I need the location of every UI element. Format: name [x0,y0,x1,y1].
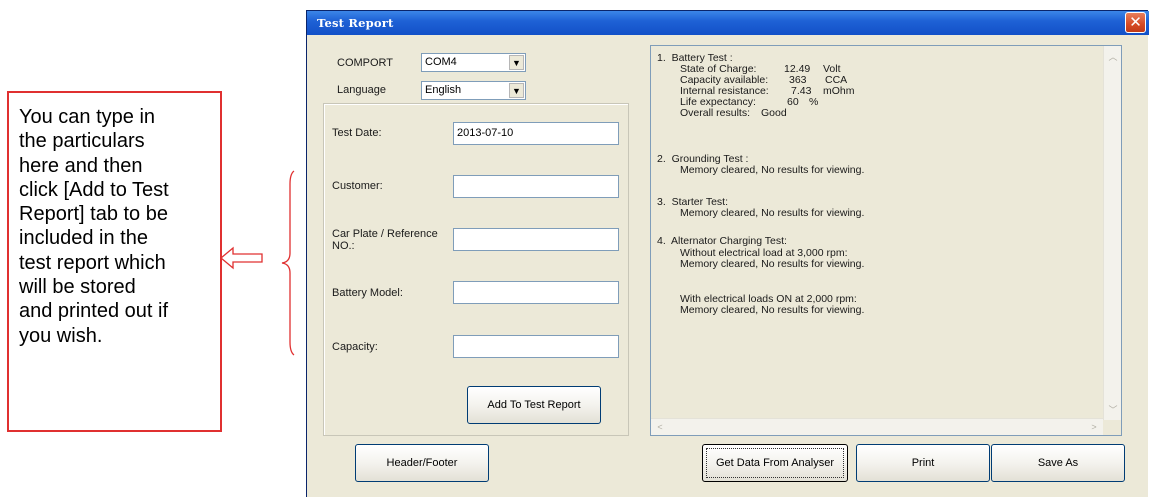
language-select[interactable]: English ▼ [421,81,526,100]
callout-line: test report which [19,251,166,274]
customer-field[interactable] [453,175,619,198]
test-date-field[interactable]: 2013-07-10 [453,122,619,145]
callout-line: and printed out if [19,300,168,323]
comport-value: COM4 [425,56,457,68]
alternator-test-title: 4. Alternator Charging Test: [657,235,787,247]
car-plate-label-line1: Car Plate / Reference [332,228,438,240]
battery-model-field[interactable] [453,281,619,304]
overall-results-value: Good [761,107,787,119]
alternator-no-load-message: Memory cleared, No results for viewing. [680,258,865,270]
vertical-scrollbar[interactable]: ︿ ﹀ [1103,46,1121,420]
language-value: English [425,84,462,96]
print-button[interactable]: Print [856,444,990,482]
comport-label: COMPORT [337,57,394,69]
capacity-label: Capacity: [332,341,378,353]
dropdown-arrow-icon[interactable]: ▼ [509,83,524,98]
callout-line: you wish. [19,324,103,347]
callout-line: here and then [19,154,143,177]
language-label: Language [337,84,386,96]
car-plate-label-line2: NO.: [332,240,355,252]
callout-line: You can type in [19,106,156,128]
scroll-down-icon[interactable]: ﹀ [1106,403,1120,417]
overall-results-label: Overall results: [680,107,751,119]
callout-line: the particulars [19,130,145,153]
comport-select[interactable]: COM4 ▼ [421,53,526,72]
hollow-arrow-left-icon [220,246,263,270]
life-expectancy-value: 60 [787,96,799,108]
add-to-test-report-button[interactable]: Add To Test Report [467,386,601,424]
get-data-label: Get Data From Analyser [703,445,847,481]
scroll-up-icon[interactable]: ︿ [1106,50,1120,64]
grounding-test-message: Memory cleared, No results for viewing. [680,164,865,176]
customer-label: Customer: [332,180,383,192]
header-footer-button[interactable]: Header/Footer [355,444,489,482]
header-footer-label: Header/Footer [386,457,458,469]
callout-line: will be stored [19,276,136,299]
close-icon[interactable]: ✕ [1125,12,1146,33]
test-date-label: Test Date: [332,127,382,139]
internal-resistance-unit: mOhm [823,85,855,97]
scroll-right-icon[interactable]: > [1087,420,1101,434]
horizontal-scrollbar[interactable]: < > [651,418,1103,435]
car-plate-field[interactable] [453,228,619,251]
starter-test-message: Memory cleared, No results for viewing. [680,207,865,219]
window-title: Test Report [317,16,394,30]
get-data-button[interactable]: Get Data From Analyser [702,444,848,482]
save-as-label: Save As [1037,457,1079,469]
callout-line: click [Add to Test [19,178,169,201]
add-to-test-report-label: Add To Test Report [487,399,581,411]
battery-model-label: Battery Model: [332,287,403,299]
callout-line: included in the [19,227,148,250]
capacity-field[interactable] [453,335,619,358]
callout-text: You can type in the particulars here and… [19,105,219,348]
dropdown-arrow-icon[interactable]: ▼ [509,55,524,70]
life-expectancy-unit: % [809,96,819,108]
save-as-button[interactable]: Save As [991,444,1125,482]
alternator-load-message: Memory cleared, No results for viewing. [680,304,865,316]
scroll-left-icon[interactable]: < [653,420,667,434]
print-label: Print [911,457,935,469]
curly-brace-icon [281,170,295,356]
title-bar[interactable] [307,11,1149,35]
callout-line: Report] tab to be [19,203,168,226]
